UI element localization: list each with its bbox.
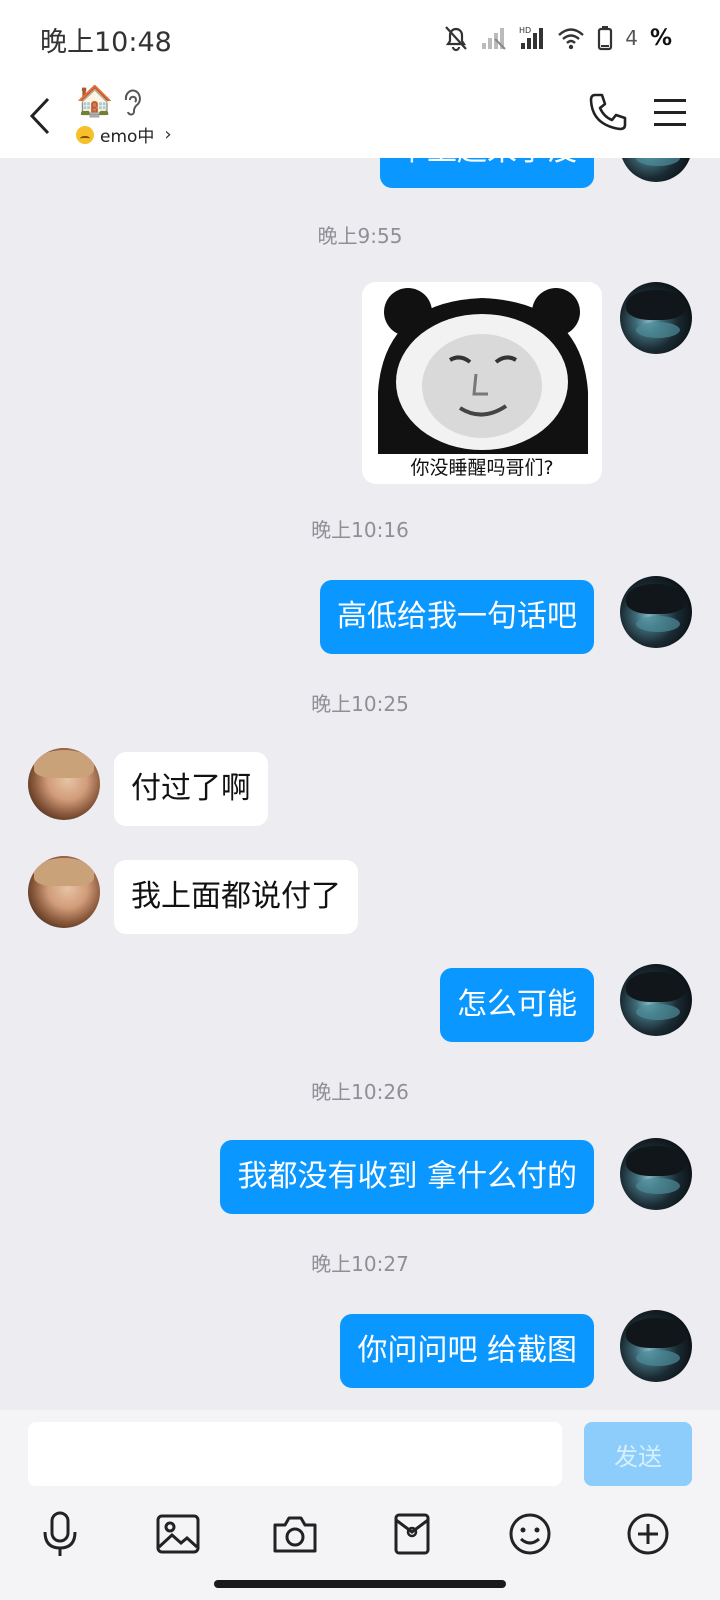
image-icon	[156, 1514, 200, 1554]
message-bubble-outgoing[interactable]: 你问问吧 给截图	[340, 1314, 594, 1388]
emoji-button[interactable]	[502, 1506, 558, 1562]
emoji-icon	[509, 1513, 551, 1555]
composer: 发送	[0, 1410, 720, 1600]
message-bubble-incoming[interactable]: 我上面都说付了	[114, 860, 358, 934]
red-packet-icon	[394, 1513, 430, 1555]
message-bubble-outgoing[interactable]: 高低给我一句话吧	[320, 580, 594, 654]
ear-icon	[125, 89, 142, 116]
chevron-left-icon	[29, 97, 50, 135]
message-timestamp: 晚上10:25	[311, 692, 409, 716]
composer-toolbar	[0, 1506, 720, 1570]
message-list[interactable]: 早上起来了没 晚上9:55 你没睡醒吗哥们? 晚上10:16 高低给我一句话吧 …	[0, 158, 720, 1410]
sad-face-icon	[76, 125, 94, 144]
my-avatar[interactable]	[620, 576, 692, 648]
my-avatar[interactable]	[620, 282, 692, 354]
status-icons: HD 4 %	[443, 22, 672, 54]
contact-status-text: emo中	[100, 127, 155, 147]
signal-weak-icon	[482, 28, 506, 50]
my-avatar[interactable]	[620, 1138, 692, 1210]
message-bubble-incoming[interactable]: 付过了啊	[114, 752, 268, 826]
message-bubble-outgoing[interactable]: 我都没有收到 拿什么付的	[220, 1140, 594, 1214]
home-indicator[interactable]	[214, 1580, 506, 1588]
chevron-right-icon: ›	[164, 124, 172, 145]
message-bubble-outgoing[interactable]: 怎么可能	[440, 968, 594, 1042]
voice-button[interactable]	[32, 1506, 88, 1562]
send-button[interactable]: 发送	[584, 1422, 692, 1486]
contact-title[interactable]: 🏠	[76, 84, 143, 120]
phone-icon	[589, 93, 627, 131]
contact-avatar[interactable]	[28, 748, 100, 820]
back-button[interactable]	[20, 88, 60, 144]
red-packet-button[interactable]	[384, 1506, 440, 1562]
panda-meme-sticker	[362, 282, 602, 454]
wifi-icon	[558, 28, 585, 50]
my-avatar[interactable]	[620, 1310, 692, 1382]
message-timestamp: 晚上9:55	[317, 224, 403, 248]
message-input[interactable]	[28, 1422, 562, 1486]
status-bar: 晚上10:48 HD 4 %	[0, 0, 720, 76]
status-time: 晚上10:48	[40, 27, 172, 58]
plus-icon	[627, 1513, 669, 1555]
sticker-caption: 你没睡醒吗哥们?	[410, 457, 554, 479]
hamburger-menu-icon	[654, 99, 686, 126]
menu-button[interactable]	[650, 92, 690, 132]
camera-icon	[273, 1516, 317, 1553]
message-bubble-outgoing[interactable]: 早上起来了没	[380, 158, 594, 188]
call-button[interactable]	[586, 90, 630, 134]
house-emoji: 🏠	[76, 84, 114, 119]
bell-off-icon	[445, 26, 468, 52]
camera-button[interactable]	[267, 1506, 323, 1562]
battery-icon	[598, 26, 613, 51]
message-timestamp: 晚上10:16	[311, 518, 409, 542]
more-button[interactable]	[620, 1506, 676, 1562]
battery-percent-sign: %	[649, 25, 672, 51]
microphone-icon	[43, 1511, 77, 1556]
battery-level: 4	[625, 26, 638, 50]
message-timestamp: 晚上10:27	[311, 1252, 409, 1276]
svg-text:HD: HD	[519, 26, 531, 35]
my-avatar[interactable]	[620, 158, 692, 182]
signal-hd-icon: HD	[519, 26, 544, 49]
image-button[interactable]	[150, 1506, 206, 1562]
message-timestamp: 晚上10:26	[311, 1080, 409, 1104]
chat-header: 🏠 emo中 ›	[0, 76, 720, 158]
contact-avatar[interactable]	[28, 856, 100, 928]
my-avatar[interactable]	[620, 964, 692, 1036]
contact-status[interactable]: emo中 ›	[76, 122, 172, 147]
sticker-message[interactable]: 你没睡醒吗哥们?	[362, 282, 602, 484]
